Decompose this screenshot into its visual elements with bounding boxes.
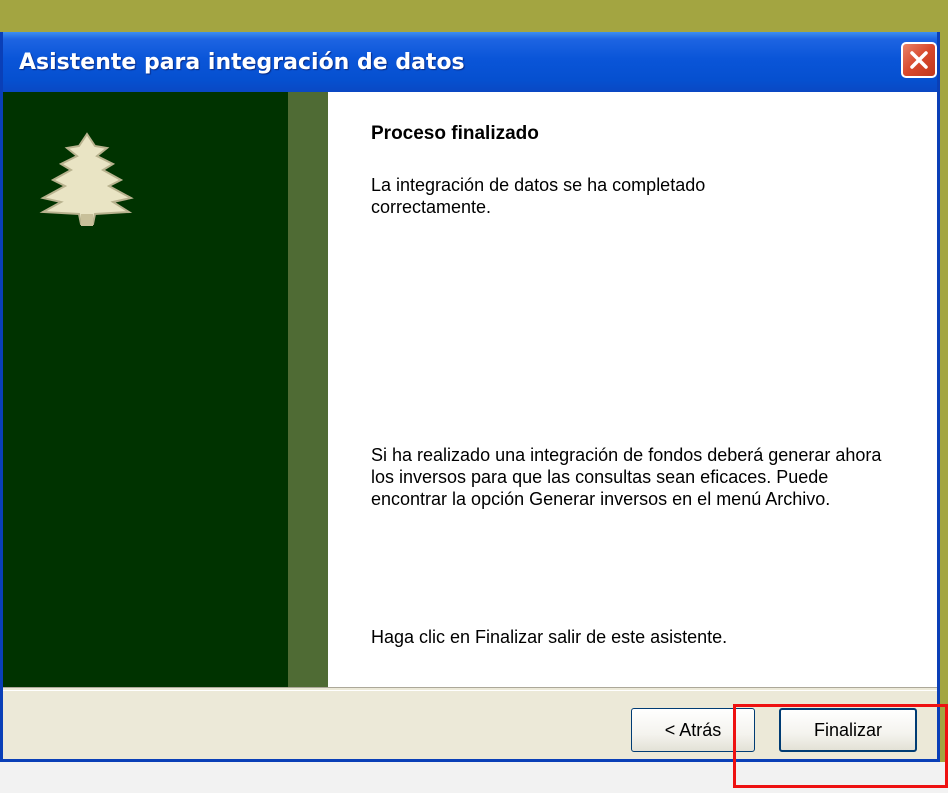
button-separator: [3, 687, 937, 691]
tree-icon: [39, 132, 134, 226]
finish-instruction: Haga clic en Finalizar salir de este asi…: [371, 627, 728, 647]
close-button[interactable]: [901, 42, 937, 78]
finish-highlight-box: [733, 704, 948, 788]
inverse-info-message: Si ha realizado una integración de fondo…: [371, 445, 882, 509]
wizard-dialog: Asistente para integración de datos Proc…: [0, 32, 940, 762]
page-heading: Proceso finalizado: [371, 123, 539, 144]
completion-message: La integración de datos se ha completado…: [371, 175, 706, 217]
window-title: Asistente para integración de datos: [19, 50, 465, 75]
desktop-background-top: [0, 0, 948, 32]
wizard-sidebar: [3, 92, 288, 687]
close-icon: [910, 51, 928, 69]
wizard-content: Proceso finalizado La integración de dat…: [328, 92, 937, 687]
title-bar[interactable]: Asistente para integración de datos: [3, 32, 937, 92]
sidebar-stripe: [288, 92, 328, 687]
